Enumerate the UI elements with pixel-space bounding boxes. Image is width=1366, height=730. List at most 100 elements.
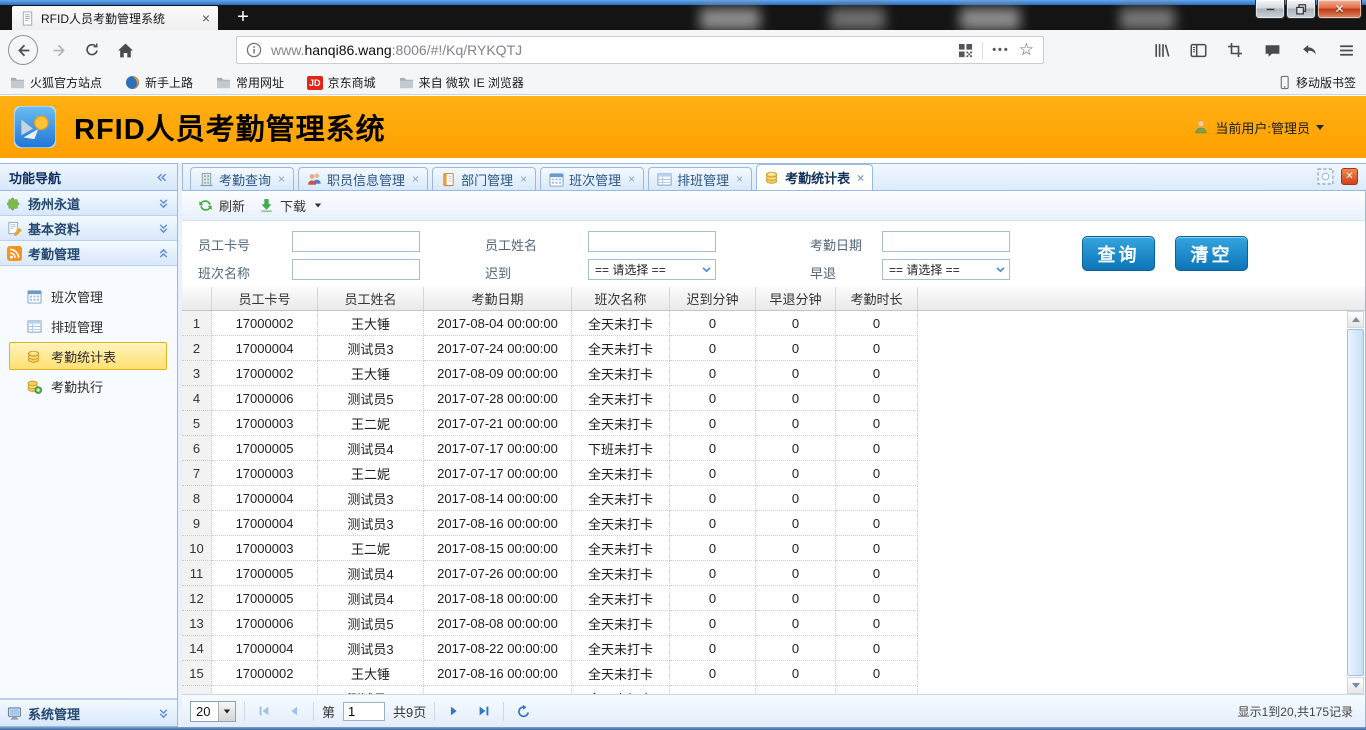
table-row[interactable]: 1017000003王二妮2017-08-15 00:00:00全天未打卡000 <box>182 536 1365 561</box>
screenshot-button[interactable] <box>1223 38 1247 62</box>
table-row[interactable]: 1617000004测试员32017-08-15 00:00:00全天未打卡00… <box>182 686 1365 694</box>
table-row[interactable]: 217000004测试员32017-07-24 00:00:00全天未打卡000 <box>182 336 1365 361</box>
page-size-dropdown-icon[interactable] <box>218 702 235 721</box>
last-page-button[interactable] <box>473 700 495 722</box>
window-minimize-button[interactable] <box>1255 0 1285 19</box>
query-button[interactable]: 查询 <box>1082 236 1155 271</box>
sidebar-menu-item[interactable]: 排班管理 <box>0 311 177 341</box>
more-icon[interactable]: ••• <box>992 44 1010 56</box>
sidebar-group-system[interactable]: 系统管理 <box>0 699 177 726</box>
form-select[interactable]: == 请选择 == <box>882 259 1010 280</box>
chevron-down-icon[interactable] <box>991 264 1009 275</box>
bookmark-item[interactable]: 新手上路 <box>125 74 193 91</box>
tab-close-icon[interactable]: × <box>278 172 285 186</box>
grid-column-header[interactable]: 考勤日期 <box>424 287 572 310</box>
first-page-button[interactable] <box>253 700 275 722</box>
form-input[interactable] <box>292 231 420 252</box>
prev-page-button[interactable] <box>283 700 305 722</box>
table-cell: 全天未打卡 <box>572 686 670 694</box>
grid-column-header[interactable]: 考勤时长 <box>836 287 918 310</box>
toolbar-button[interactable]: 下载 <box>252 193 329 218</box>
next-page-button[interactable] <box>443 700 465 722</box>
site-info-icon[interactable] <box>246 42 262 58</box>
sidebar-collapse-icon[interactable] <box>155 171 168 184</box>
star-icon[interactable]: ☆ <box>1019 40 1034 60</box>
bookmark-item[interactable]: JD京东商城 <box>307 74 376 91</box>
back-button[interactable] <box>8 35 38 65</box>
tab-close-icon[interactable]: × <box>520 172 527 186</box>
reload-grid-button[interactable] <box>512 700 534 722</box>
table-row[interactable]: 417000006测试员52017-07-28 00:00:00全天未打卡000 <box>182 386 1365 411</box>
form-input[interactable] <box>882 231 1010 252</box>
menu-button[interactable] <box>1334 38 1358 62</box>
close-panel-icon[interactable]: ✕ <box>1341 168 1358 185</box>
page-number-input[interactable] <box>343 702 385 721</box>
table-row[interactable]: 117000002王大锤2017-08-04 00:00:00全天未打卡000 <box>182 311 1365 336</box>
grid-column-header[interactable]: 班次名称 <box>572 287 670 310</box>
library-button[interactable] <box>1149 38 1173 62</box>
window-close-button[interactable]: ✕ <box>1317 0 1362 19</box>
sidebar-menu-item[interactable]: 班次管理 <box>0 281 177 311</box>
sidebar-menu-item[interactable]: 考勤统计表 <box>9 342 167 370</box>
url-bar[interactable]: www.hanqi86.wang:8006/#!/Kq/RYKQTJ ••• ☆ <box>236 36 1044 64</box>
sidebar-toggle-button[interactable] <box>1186 38 1210 62</box>
current-user-menu[interactable]: 当前用户:管理员 <box>1193 118 1324 137</box>
url-text[interactable]: www.hanqi86.wang:8006/#!/Kq/RYKQTJ <box>271 42 949 58</box>
form-select[interactable]: == 请选择 == <box>588 259 716 280</box>
sidebar-group[interactable]: 扬州永道 <box>0 191 177 216</box>
tab-close-icon[interactable]: × <box>412 172 419 186</box>
grid-column-header[interactable]: 早退分钟 <box>756 287 836 310</box>
clear-button[interactable]: 清空 <box>1175 236 1248 271</box>
table-row[interactable]: 817000004测试员32017-08-14 00:00:00全天未打卡000 <box>182 486 1365 511</box>
grid-column-header[interactable]: 员工姓名 <box>318 287 424 310</box>
table-row[interactable]: 1117000005测试员42017-07-26 00:00:00全天未打卡00… <box>182 561 1365 586</box>
sidebar-group[interactable]: 基本资料 <box>0 216 177 241</box>
table-row[interactable]: 1517000002王大锤2017-08-16 00:00:00全天未打卡000 <box>182 661 1365 686</box>
sidebar-group[interactable]: 考勤管理 <box>0 241 177 266</box>
window-restore-button[interactable] <box>1286 0 1316 19</box>
chat-button[interactable] <box>1260 38 1284 62</box>
bookmark-item[interactable]: 常用网址 <box>216 74 284 91</box>
vertical-scrollbar[interactable] <box>1347 311 1364 694</box>
bookmark-item[interactable]: 来自 微软 IE 浏览器 <box>399 74 524 91</box>
content-tab[interactable]: 考勤查询× <box>190 167 294 190</box>
content-tab[interactable]: 排班管理× <box>648 167 752 190</box>
qr-icon[interactable] <box>958 43 973 58</box>
mobile-bookmarks-item[interactable]: 移动版书签 <box>1278 74 1356 91</box>
undo-button[interactable] <box>1297 38 1321 62</box>
table-row[interactable]: 517000003王二妮2017-07-21 00:00:00全天未打卡000 <box>182 411 1365 436</box>
table-row[interactable]: 917000004测试员32017-08-16 00:00:00全天未打卡000 <box>182 511 1365 536</box>
scroll-down-button[interactable] <box>1347 677 1364 694</box>
reload-button[interactable] <box>80 38 104 62</box>
table-row[interactable]: 1217000005测试员42017-08-18 00:00:00全天未打卡00… <box>182 586 1365 611</box>
form-input[interactable] <box>588 231 716 252</box>
content-tab[interactable]: 部门管理× <box>432 167 536 190</box>
scrollbar-thumb[interactable] <box>1347 329 1364 676</box>
table-row[interactable]: 1317000006测试员52017-08-08 00:00:00全天未打卡00… <box>182 611 1365 636</box>
content-tab[interactable]: 考勤统计表× <box>756 164 873 190</box>
grid-column-header[interactable]: 员工卡号 <box>212 287 318 310</box>
new-tab-button[interactable]: + <box>230 4 256 30</box>
tab-close-icon[interactable]: × <box>628 172 635 186</box>
grid-column-header[interactable]: 迟到分钟 <box>670 287 756 310</box>
sidebar-menu-item[interactable]: 考勤执行 <box>0 371 177 401</box>
scroll-up-button[interactable] <box>1347 311 1364 328</box>
tab-close-icon[interactable]: × <box>736 172 743 186</box>
browser-tab-close-icon[interactable]: × <box>202 11 210 25</box>
chevron-down-icon[interactable] <box>697 264 715 275</box>
content-tab[interactable]: 班次管理× <box>540 167 644 190</box>
table-row[interactable]: 317000002王大锤2017-08-09 00:00:00全天未打卡000 <box>182 361 1365 386</box>
table-row[interactable]: 717000003王二妮2017-07-17 00:00:00全天未打卡000 <box>182 461 1365 486</box>
form-input[interactable] <box>292 259 420 280</box>
browser-tab[interactable]: RFID人员考勤管理系统 × <box>12 6 218 30</box>
tab-close-icon[interactable]: × <box>857 171 864 185</box>
page-size-select[interactable]: 20 <box>190 701 236 722</box>
toolbar-button[interactable]: 刷新 <box>191 193 252 218</box>
bookmark-item[interactable]: 火狐官方站点 <box>10 74 102 91</box>
content-tab[interactable]: 职员信息管理× <box>298 167 428 190</box>
home-button[interactable] <box>113 38 137 62</box>
table-row[interactable]: 1417000004测试员32017-08-22 00:00:00全天未打卡00… <box>182 636 1365 661</box>
fullscreen-icon[interactable] <box>1317 168 1334 185</box>
table-row[interactable]: 617000005测试员42017-07-17 00:00:00下班未打卡000 <box>182 436 1365 461</box>
forward-button[interactable] <box>47 38 71 62</box>
